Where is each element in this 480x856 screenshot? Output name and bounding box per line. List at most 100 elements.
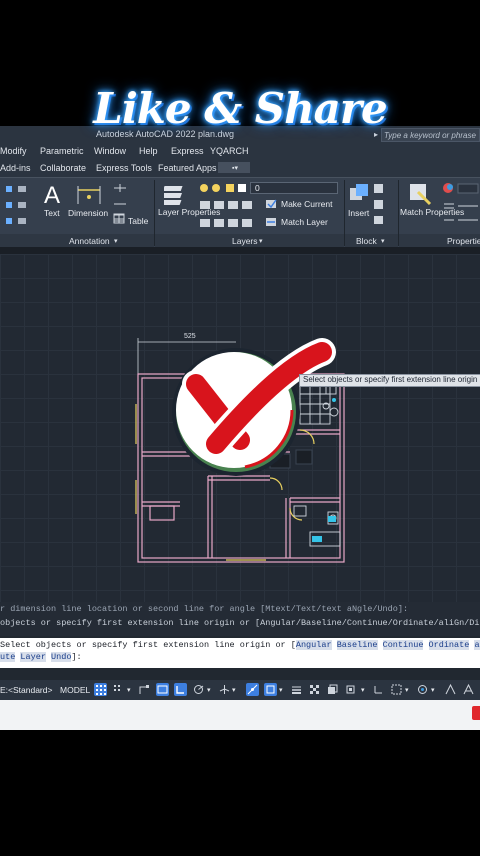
layers-panel-label[interactable]: Layers — [232, 236, 258, 246]
drawing-canvas[interactable]: 525 Select objects or specify first exte… — [0, 254, 480, 614]
layer-properties-label[interactable]: Layer Properties — [158, 207, 220, 218]
annotation-visibility-icon[interactable] — [444, 683, 457, 696]
block-tools-icons[interactable] — [372, 182, 386, 226]
menu-yqarch[interactable]: YQARCH — [210, 146, 249, 156]
gizmo-icon[interactable] — [416, 683, 429, 696]
chevron-down-icon[interactable]: ▾ — [127, 686, 131, 694]
insert-label[interactable]: Insert — [348, 208, 369, 218]
make-current-icon[interactable] — [265, 198, 277, 210]
command-history: r dimension line location or second line… — [0, 602, 480, 636]
tab-express-tools[interactable]: Express Tools — [96, 163, 152, 173]
dynamic-ucs-icon[interactable] — [372, 683, 385, 696]
command-prompt-line-1: Select objects or specify first extensio… — [0, 640, 480, 650]
command-option-distribute[interactable]: ute — [0, 652, 16, 662]
model-space-label[interactable]: MODEL — [60, 685, 90, 695]
annotation-panel-footer[interactable]: Annotation ▾ — [0, 234, 154, 248]
lineweight-icon[interactable] — [290, 683, 303, 696]
drawing-tab-strip — [0, 247, 480, 254]
dimension-button-label[interactable]: Dimension — [68, 208, 108, 218]
table-button-label[interactable]: Table — [128, 216, 148, 226]
autocad-window: Autodesk AutoCAD 2022 plan.dwg ▸ Modify … — [0, 126, 480, 730]
chevron-down-icon[interactable]: ▾ — [279, 686, 283, 694]
command-option-undo[interactable]: Undo — [51, 652, 72, 662]
snap-mode-icon[interactable] — [112, 683, 125, 696]
chevron-down-icon: ▾ — [114, 238, 118, 245]
properties-panel-label[interactable]: Properties — [447, 236, 480, 246]
floor-plan: 525 — [135, 333, 345, 563]
tab-add-ins[interactable]: Add-ins — [0, 163, 31, 173]
layer-state-icons[interactable] — [198, 182, 248, 194]
block-panel-footer[interactable]: Block ▾ — [345, 234, 398, 248]
bathroom-fixture-highlights — [312, 398, 336, 542]
status-bar: E:<Standard> MODEL ▾ ▾ ▾ ▾ ▾ ▾ ▾ — [0, 680, 480, 700]
match-properties-icon[interactable] — [408, 182, 432, 206]
chevron-down-icon[interactable]: ▾ — [431, 686, 435, 694]
command-option-baseline[interactable]: Baseline — [336, 640, 378, 650]
selection-filtering-icon[interactable] — [390, 683, 403, 696]
object-snap-icon[interactable] — [264, 683, 277, 696]
svg-text:A: A — [44, 182, 60, 206]
match-layer-icon[interactable] — [265, 216, 277, 228]
command-option-ordinate[interactable]: Ordinate — [428, 640, 470, 650]
match-layer-label[interactable]: Match Layer — [281, 217, 328, 227]
polar-tracking-icon[interactable] — [192, 683, 205, 696]
modify-tools-icon[interactable] — [4, 184, 30, 228]
make-current-label[interactable]: Make Current — [281, 199, 333, 209]
command-prompt-text: Select objects or specify first extensio… — [0, 640, 296, 650]
taskbar-strip — [0, 700, 480, 730]
menu-modify[interactable]: Modify — [0, 146, 27, 156]
chevron-down-icon[interactable]: ▾ — [361, 686, 365, 694]
command-line[interactable]: Select objects or specify first extensio… — [0, 638, 480, 668]
tab-featured-apps[interactable]: Featured Apps — [158, 163, 217, 173]
chevron-down-icon[interactable]: ▾ — [232, 686, 236, 694]
dimension-tooltip: Select objects or specify first extensio… — [299, 374, 480, 387]
taskbar-app-icon[interactable] — [472, 706, 480, 720]
grid-toggle-icon[interactable] — [94, 683, 107, 696]
ribbon-tab-bar: Add-ins Collaborate Express Tools Featur… — [0, 160, 480, 177]
command-prompt-line-2: ute Layer Undo]: — [0, 652, 82, 662]
match-properties-label[interactable]: Match Properties — [400, 207, 464, 218]
layer-tools-icons[interactable] — [198, 199, 258, 233]
letterbox-bottom — [0, 730, 480, 856]
isometric-drafting-icon[interactable] — [218, 683, 231, 696]
dimension-text: 525 — [184, 333, 196, 340]
command-history-line: objects or specify first extension line … — [0, 618, 480, 628]
command-history-line: r dimension line location or second line… — [0, 604, 409, 614]
layer-current-value: 0 — [255, 183, 260, 193]
menu-help[interactable]: Help — [139, 146, 158, 156]
object-snap-tracking-icon[interactable] — [246, 683, 259, 696]
dimension-icon[interactable] — [76, 182, 102, 206]
chevron-down-icon[interactable]: ▾ — [207, 686, 211, 694]
chevron-down-icon: ▾ — [381, 238, 385, 245]
selection-cycling-icon[interactable] — [326, 683, 339, 696]
transparency-icon[interactable] — [308, 683, 321, 696]
infer-constraints-icon[interactable] — [138, 683, 151, 696]
menu-bar: Modify Parametric Window Help Express YQ… — [0, 144, 480, 160]
dynamic-input-icon[interactable] — [156, 683, 169, 696]
layers-panel-footer[interactable]: Layers ▾ — [155, 234, 344, 248]
menu-express[interactable]: Express — [171, 146, 204, 156]
menu-window[interactable]: Window — [94, 146, 126, 156]
autoscale-icon[interactable] — [462, 683, 475, 696]
layer-properties-icon[interactable] — [164, 182, 188, 206]
text-button-label[interactable]: Text — [44, 208, 60, 218]
table-icon[interactable] — [113, 214, 125, 224]
command-option-continue[interactable]: Continue — [382, 640, 424, 650]
text-icon[interactable]: A — [42, 182, 64, 206]
command-prompt-suffix: ]: — [71, 652, 82, 662]
command-option-align[interactable]: ali — [474, 640, 480, 650]
layer-dropdown[interactable]: 0 — [250, 182, 338, 194]
command-option-angular[interactable]: Angular — [295, 640, 332, 650]
3d-object-snap-icon[interactable] — [344, 683, 357, 696]
chevron-down-icon[interactable]: ▾ — [405, 686, 409, 694]
dim-style-label[interactable]: E:<Standard> — [0, 685, 52, 695]
properties-panel-footer[interactable]: Properties — [399, 234, 480, 248]
menu-parametric[interactable]: Parametric — [40, 146, 84, 156]
command-option-layer[interactable]: Layer — [20, 652, 46, 662]
insert-block-icon[interactable] — [348, 182, 370, 206]
property-tools-icons[interactable] — [442, 182, 480, 226]
annotation-panel-label[interactable]: Annotation — [69, 236, 110, 246]
ortho-mode-icon[interactable] — [174, 683, 187, 696]
tab-collaborate[interactable]: Collaborate — [40, 163, 86, 173]
block-panel-label[interactable]: Block — [356, 236, 377, 246]
